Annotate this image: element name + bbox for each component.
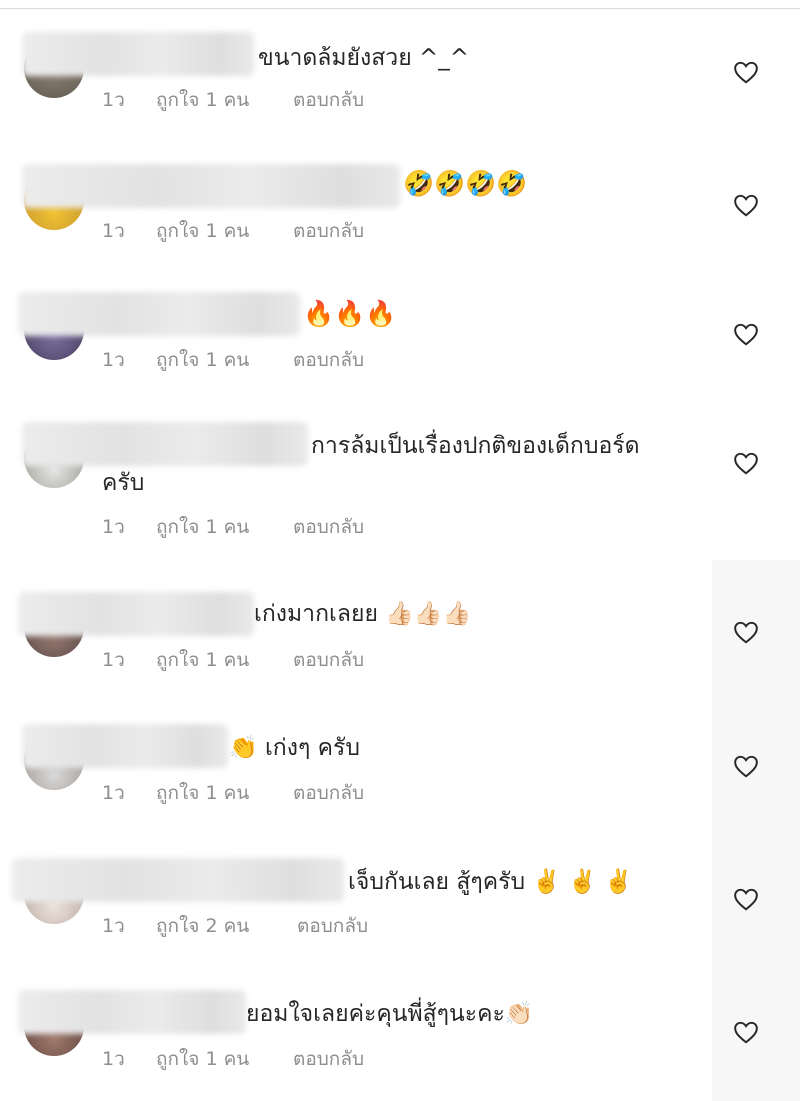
comment-time: 1ว (102, 349, 125, 371)
heart-outline-icon (734, 194, 758, 217)
heart-outline-icon (734, 755, 758, 778)
like-button[interactable] (733, 754, 759, 778)
reply-button[interactable]: ตอบกลับ (293, 781, 364, 805)
username-blurred[interactable] (18, 990, 246, 1034)
comment-text: 🔥🔥🔥 (303, 299, 397, 328)
username-blurred[interactable] (12, 858, 344, 902)
reply-button[interactable]: ตอบกลับ (293, 219, 364, 243)
like-button[interactable] (733, 887, 759, 911)
reply-button[interactable]: ตอบกลับ (293, 88, 364, 112)
comment-time: 1ว (102, 89, 125, 111)
likes-count[interactable]: ถูกใจ 1 คน (156, 88, 249, 112)
comment-text: การล้มเป็นเรื่องปกติของเด็กบอร์ด (311, 433, 640, 459)
likes-count[interactable]: ถูกใจ 2 คน (156, 914, 249, 938)
username-blurred[interactable] (18, 292, 300, 336)
likes-count[interactable]: ถูกใจ 1 คน (156, 781, 249, 805)
likes-count[interactable]: ถูกใจ 1 คน (156, 348, 249, 372)
reply-button[interactable]: ตอบกลับ (293, 515, 364, 539)
heart-outline-icon (734, 888, 758, 911)
comment-text: 👏 เก่งๆ ครับ (229, 735, 360, 761)
likes-count[interactable]: ถูกใจ 1 คน (156, 219, 249, 243)
comment-time: 1ว (102, 1048, 125, 1070)
top-divider (0, 8, 800, 9)
heart-outline-icon (734, 61, 758, 84)
reply-button[interactable]: ตอบกลับ (293, 648, 364, 672)
heart-outline-icon (734, 1021, 758, 1044)
likes-count[interactable]: ถูกใจ 1 คน (156, 648, 249, 672)
like-button[interactable] (733, 620, 759, 644)
like-button[interactable] (733, 322, 759, 346)
reply-button[interactable]: ตอบกลับ (293, 1047, 364, 1071)
heart-outline-icon (734, 452, 758, 475)
comment-text: 🤣🤣🤣🤣 (403, 169, 528, 198)
comment-text: ขนาดล้มยังสวย ^_^ (258, 45, 470, 71)
comment-time: 1ว (102, 915, 125, 937)
likes-count[interactable]: ถูกใจ 1 คน (156, 515, 249, 539)
comment-text: เก่งมากเลยย 👍🏻👍🏻👍🏻 (254, 601, 472, 627)
reply-button[interactable]: ตอบกลับ (293, 348, 364, 372)
heart-outline-icon (734, 621, 758, 644)
like-button[interactable] (733, 193, 759, 217)
comment-time: 1ว (102, 782, 125, 804)
username-blurred[interactable] (22, 164, 400, 208)
username-blurred[interactable] (22, 422, 308, 466)
comment-text-continued: ครับ (102, 470, 145, 496)
username-blurred[interactable] (22, 724, 228, 768)
username-blurred[interactable] (18, 592, 254, 636)
comment-text: ยอมใจเลยค่ะคุนพี่สู้ๆนะคะ👏🏻 (246, 1001, 534, 1027)
comment-text: เจ็บกันเลย สู้ๆครับ ✌️ ✌️ ✌️ (348, 869, 633, 895)
heart-outline-icon (734, 323, 758, 346)
comment-time: 1ว (102, 516, 125, 538)
like-button[interactable] (733, 60, 759, 84)
comment-time: 1ว (102, 220, 125, 242)
reply-button[interactable]: ตอบกลับ (297, 914, 368, 938)
username-blurred[interactable] (22, 32, 254, 76)
comment-time: 1ว (102, 649, 125, 671)
likes-count[interactable]: ถูกใจ 1 คน (156, 1047, 249, 1071)
like-button[interactable] (733, 1020, 759, 1044)
like-button[interactable] (733, 451, 759, 475)
